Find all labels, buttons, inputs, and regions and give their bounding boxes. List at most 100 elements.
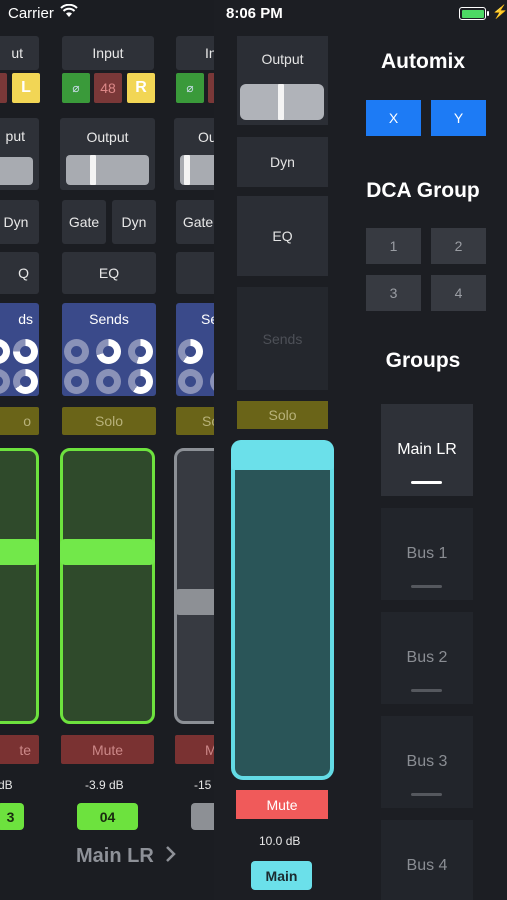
pan-knob[interactable] [184, 155, 190, 185]
fader-cap[interactable] [60, 539, 155, 565]
master-pan-slider[interactable] [240, 84, 324, 120]
group-bus-1[interactable]: Bus 1 [381, 508, 473, 600]
mute-button[interactable]: M [175, 735, 214, 764]
send-knob[interactable] [64, 369, 89, 394]
master-mute-button[interactable]: Mute [236, 790, 328, 819]
dca-2-button[interactable]: 2 [431, 228, 486, 264]
channel-number[interactable]: 04 [77, 803, 138, 830]
sends-panel[interactable]: Se [176, 303, 214, 396]
dca-3-button[interactable]: 3 [366, 275, 421, 311]
status-bar: Carrier 8:06 PM ⚡ [0, 0, 507, 28]
phantom-power-toggle[interactable]: 8 [0, 73, 7, 103]
groups-title: Groups [385, 349, 461, 372]
group-bus-4[interactable]: Bus 4 [381, 820, 473, 900]
channel-fader[interactable] [60, 448, 155, 724]
dyn-button[interactable]: Dyn [112, 200, 156, 244]
master-solo-button[interactable]: Solo [237, 401, 328, 429]
dca-1-button[interactable]: 1 [366, 228, 421, 264]
routing-toggle[interactable]: L [12, 73, 40, 103]
fader-cap[interactable] [174, 589, 214, 615]
group-main-lr[interactable]: Main LR [381, 404, 473, 496]
pan-slider[interactable] [180, 155, 214, 185]
fader-cap[interactable] [0, 539, 39, 565]
send-knob[interactable] [178, 339, 203, 364]
mute-button[interactable]: Mute [61, 735, 154, 764]
eq-button[interactable]: Q [0, 252, 39, 294]
input-button[interactable]: In [176, 36, 214, 70]
sends-panel[interactable]: Sends [62, 303, 156, 396]
send-knob[interactable] [128, 339, 153, 364]
automix-title: Automix [381, 50, 465, 73]
send-knob[interactable] [13, 369, 38, 394]
channel-strip: In ⌀ Ou Gate Se So M -15 [174, 0, 214, 900]
master-fader-cap[interactable] [231, 440, 334, 470]
solo-button[interactable]: Solo [62, 407, 156, 435]
channel-strips[interactable]: ut 8 L put Dyn Q ds o te dB 3 Input ⌀ 48… [0, 0, 214, 900]
db-readout: -3.9 dB [85, 778, 124, 792]
send-knob[interactable] [0, 339, 10, 364]
group-indicator [411, 689, 442, 692]
phase-invert-toggle[interactable]: ⌀ [176, 73, 204, 103]
eq-button[interactable]: EQ [62, 252, 156, 294]
eq-button[interactable] [176, 252, 214, 294]
master-pan-knob[interactable] [278, 84, 284, 120]
group-bus-2[interactable]: Bus 2 [381, 612, 473, 704]
master-fader[interactable] [231, 440, 334, 780]
group-bus-3[interactable]: Bus 3 [381, 716, 473, 808]
send-knob[interactable] [96, 369, 121, 394]
phase-invert-toggle[interactable]: ⌀ [62, 73, 90, 103]
selected-indicator [411, 481, 442, 484]
send-knob[interactable] [13, 339, 38, 364]
send-knob[interactable] [128, 369, 153, 394]
dca-4-button[interactable]: 4 [431, 275, 486, 311]
channel-fader[interactable] [0, 448, 39, 724]
dca-group-title: DCA Group [366, 179, 480, 202]
solo-button[interactable]: o [0, 407, 39, 435]
mute-button[interactable]: te [0, 735, 39, 764]
bus-selector[interactable]: Main LR [76, 845, 177, 868]
send-knob[interactable] [178, 369, 203, 394]
pan-slider[interactable] [66, 155, 149, 185]
dyn-button[interactable]: Dyn [0, 200, 39, 244]
gate-button[interactable]: Gate [176, 200, 214, 244]
master-sends-button[interactable]: Sends [237, 287, 328, 390]
carrier-label: Carrier [8, 5, 54, 22]
channel-number[interactable] [191, 803, 214, 830]
pan-knob[interactable] [90, 155, 96, 185]
sends-label: ds [18, 311, 33, 327]
group-indicator [411, 585, 442, 588]
channel-number[interactable]: 3 [0, 803, 24, 830]
send-knob[interactable] [0, 369, 10, 394]
send-knob[interactable] [96, 339, 121, 364]
input-button[interactable]: Input [62, 36, 154, 70]
routing-toggle[interactable]: R [127, 73, 155, 103]
group-label: Bus 3 [406, 753, 448, 770]
channel-fader[interactable] [174, 448, 214, 724]
db-readout: -15 [194, 778, 212, 792]
wifi-icon [60, 4, 78, 17]
send-knob[interactable] [64, 339, 89, 364]
output-label: put [5, 128, 25, 144]
group-label: Main LR [397, 441, 457, 458]
phantom-power-toggle[interactable]: 48 [94, 73, 122, 103]
solo-button[interactable]: So [176, 407, 214, 435]
output-label: Output [86, 129, 129, 145]
sends-panel[interactable]: ds [0, 303, 39, 396]
group-indicator [411, 793, 442, 796]
master-name-button[interactable]: Main [251, 861, 312, 890]
master-db-readout: 10.0 dB [259, 834, 301, 848]
input-button[interactable]: ut [0, 36, 39, 70]
group-label: Bus 1 [406, 545, 448, 562]
group-label: Bus 4 [406, 857, 448, 874]
master-eq-button[interactable]: EQ [237, 196, 328, 276]
pan-slider[interactable] [0, 157, 33, 185]
automix-y-button[interactable]: Y [431, 100, 486, 136]
master-dyn-button[interactable]: Dyn [237, 137, 328, 187]
sends-label: Se [201, 311, 214, 327]
charging-icon: ⚡ [492, 4, 507, 19]
sends-label: Sends [89, 311, 129, 327]
gate-button[interactable]: Gate [62, 200, 106, 244]
channel-strip-04: Input ⌀ 48 R Output Gate Dyn EQ Sends So… [60, 0, 160, 900]
channel-strip: ut 8 L put Dyn Q ds o te dB 3 [0, 0, 47, 900]
automix-x-button[interactable]: X [366, 100, 421, 136]
